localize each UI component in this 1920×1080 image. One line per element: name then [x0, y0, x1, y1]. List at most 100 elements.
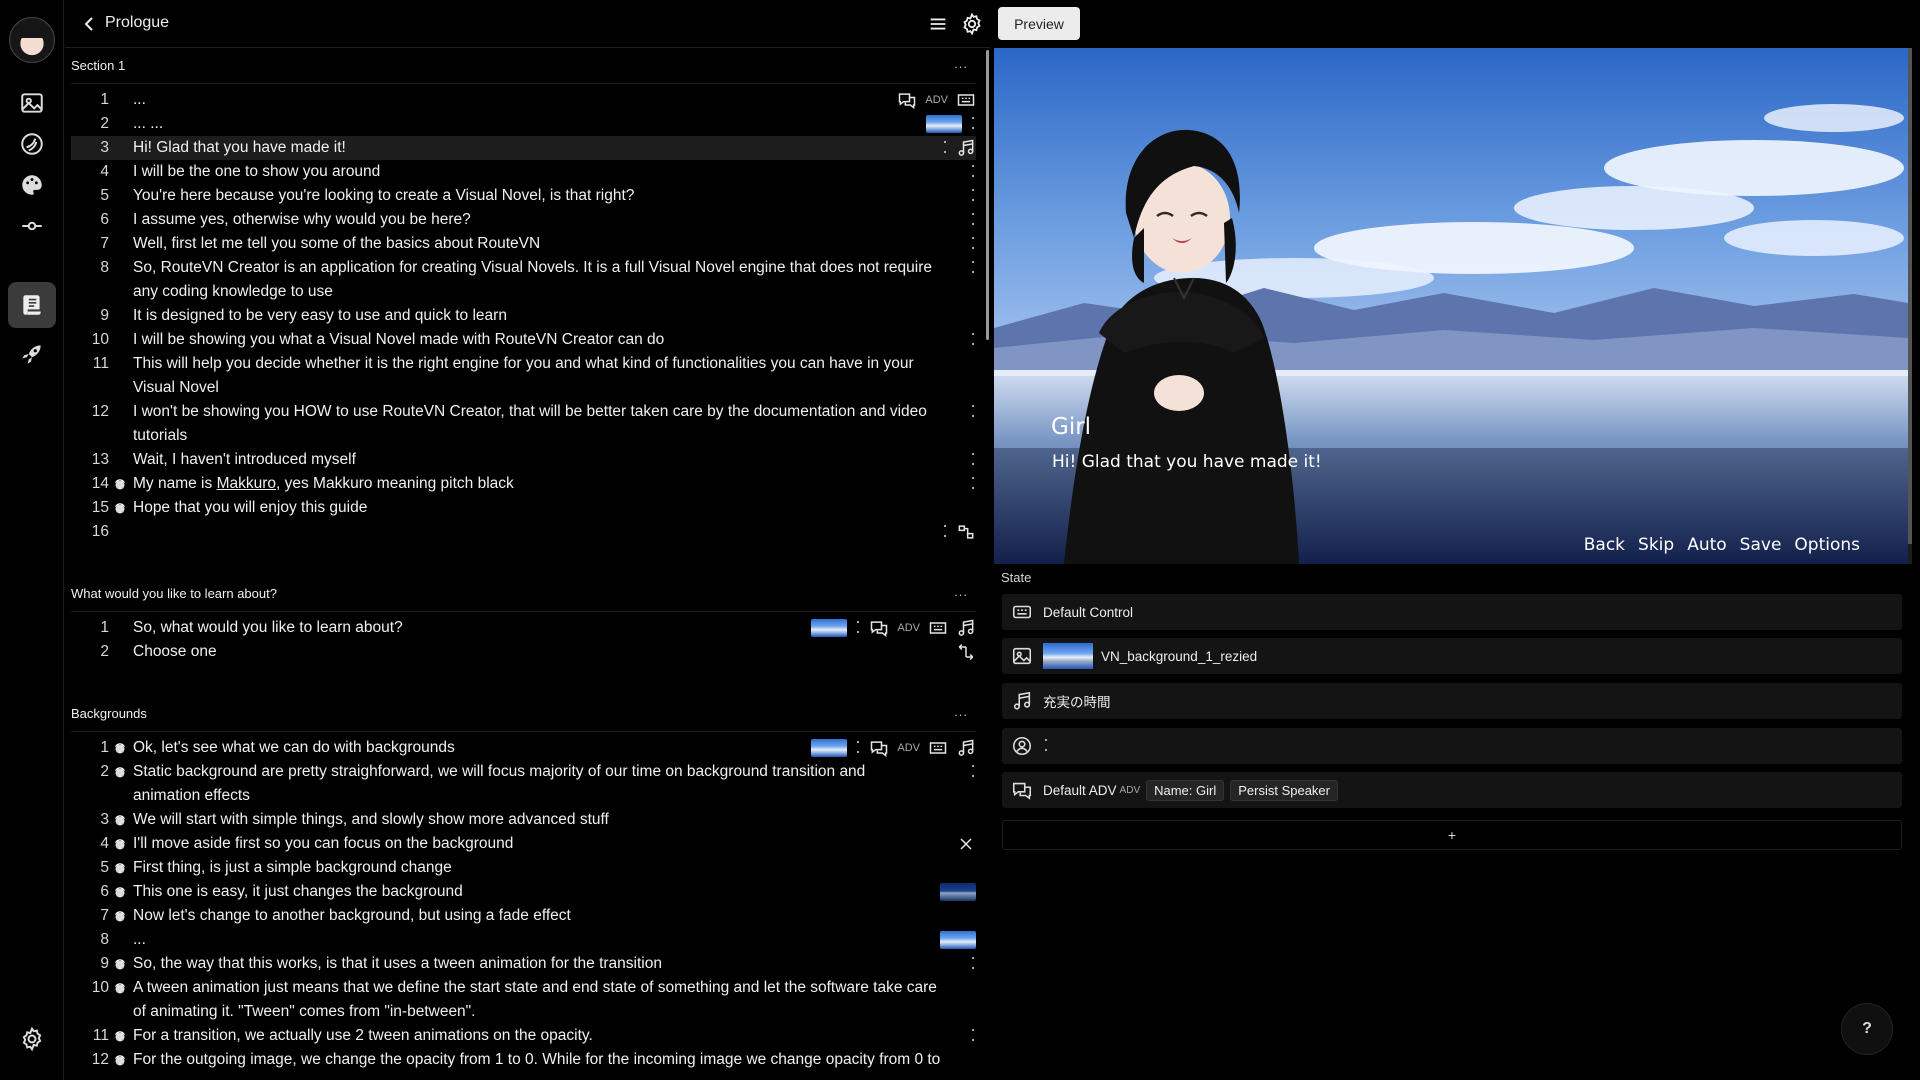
action-marker-icon[interactable]: [970, 213, 976, 227]
line-text[interactable]: We will start with simple things, and sl…: [133, 808, 609, 832]
dialogue-icon[interactable]: [897, 90, 917, 110]
script-line[interactable]: 4 I'll move aside first so you can focus …: [71, 832, 976, 856]
help-button[interactable]: ?: [1841, 1003, 1893, 1055]
line-text[interactable]: This one is easy, it just changes the ba…: [133, 880, 463, 904]
line-text[interactable]: You're here because you're looking to cr…: [133, 184, 634, 208]
script-line[interactable]: 15 Hope that you will enjoy this guide: [71, 496, 976, 520]
action-marker-icon[interactable]: [942, 525, 948, 539]
line-text[interactable]: Hope that you will enjoy this guide: [133, 496, 367, 520]
line-text[interactable]: Now let's change to another background, …: [133, 904, 571, 928]
line-text[interactable]: For a transition, we actually use 2 twee…: [133, 1024, 593, 1048]
menu-icon[interactable]: [927, 13, 949, 35]
script-line[interactable]: 5 You're here because you're looking to c…: [71, 184, 976, 208]
dialogue-icon[interactable]: [869, 618, 889, 638]
action-marker-icon[interactable]: [970, 765, 976, 779]
avatar[interactable]: [9, 17, 55, 63]
character-name-link[interactable]: Makkuro: [217, 475, 276, 492]
persist-speaker-chip[interactable]: Persist Speaker: [1230, 779, 1338, 801]
control-icon[interactable]: [956, 90, 976, 110]
line-text[interactable]: So, what would you like to learn about?: [133, 616, 403, 640]
choice-icon[interactable]: [956, 642, 976, 662]
script-line[interactable]: 2 ... ...: [71, 112, 976, 136]
preview-button[interactable]: Preview: [998, 7, 1080, 40]
nav-characters[interactable]: [8, 121, 56, 167]
skip-control[interactable]: Skip: [1638, 535, 1674, 555]
script-line[interactable]: 8 So, RouteVN Creator is an application f…: [71, 256, 976, 304]
line-text[interactable]: ... ...: [133, 112, 163, 136]
script-line[interactable]: 9 It is designed to be very easy to use a…: [71, 304, 976, 328]
action-marker-icon[interactable]: [855, 621, 861, 635]
script-line[interactable]: 6 I assume yes, otherwise why would you b…: [71, 208, 976, 232]
line-text[interactable]: ...: [133, 928, 146, 952]
background-thumbnail[interactable]: [811, 619, 848, 637]
nav-publish[interactable]: [8, 331, 56, 377]
preview-stage[interactable]: Girl Hi! Glad that you have made it! Bac…: [994, 48, 1908, 564]
script-line[interactable]: 1 Ok, let's see what we can do with backg…: [71, 736, 976, 760]
settings-button[interactable]: [8, 1016, 56, 1062]
script-line[interactable]: 10 A tween animation just means that we d…: [71, 976, 976, 1024]
section-more-button[interactable]: ...: [954, 56, 968, 71]
script-line[interactable]: 11 This will help you decide whether it i…: [71, 352, 976, 400]
control-icon[interactable]: [928, 618, 948, 638]
options-control[interactable]: Options: [1794, 535, 1860, 555]
save-control[interactable]: Save: [1740, 535, 1782, 555]
section-header[interactable]: Backgrounds...: [71, 696, 976, 732]
script-line[interactable]: 10 I will be showing you what a Visual No…: [71, 328, 976, 352]
section-header[interactable]: What would you like to learn about?...: [71, 576, 976, 612]
script-line[interactable]: 3 We will start with simple things, and s…: [71, 808, 976, 832]
name-chip[interactable]: Name: Girl: [1146, 779, 1225, 801]
line-text[interactable]: I will be the one to show you around: [133, 160, 380, 184]
line-text[interactable]: A tween animation just means that we def…: [133, 976, 937, 1024]
character-remove-icon[interactable]: [956, 834, 976, 854]
script-line[interactable]: 1 So, what would you like to learn about?…: [71, 616, 976, 640]
script-line[interactable]: 7 Now let's change to another background,…: [71, 904, 976, 928]
action-marker-icon[interactable]: [942, 141, 948, 155]
action-marker-icon[interactable]: [970, 453, 976, 467]
dialogue-icon[interactable]: [869, 738, 889, 758]
action-marker-icon[interactable]: [970, 261, 976, 275]
script-line[interactable]: 5 First thing, is just a simple backgroun…: [71, 856, 976, 880]
line-text[interactable]: ...: [133, 88, 146, 112]
action-marker-icon[interactable]: [970, 189, 976, 203]
script-line[interactable]: 4 I will be the one to show you around: [71, 160, 976, 184]
line-text[interactable]: I will be showing you what a Visual Nove…: [133, 328, 664, 352]
line-text[interactable]: Well, first let me tell you some of the …: [133, 232, 540, 256]
background-thumbnail[interactable]: [926, 115, 962, 133]
line-text[interactable]: So, RouteVN Creator is an application fo…: [133, 256, 932, 304]
script-line[interactable]: 14 My name is Makkuro, yes Makkuro meanin…: [71, 472, 976, 496]
script-line[interactable]: 11 For a transition, we actually use 2 tw…: [71, 1024, 976, 1048]
nav-images[interactable]: [8, 80, 56, 126]
section-header[interactable]: Section 1...: [71, 48, 976, 84]
line-text[interactable]: My name is Makkuro, yes Makkuro meaning …: [133, 472, 514, 496]
script-line[interactable]: 2 Choose one: [71, 640, 976, 664]
line-text[interactable]: So, the way that this works, is that it …: [133, 952, 662, 976]
music-icon[interactable]: [956, 138, 976, 158]
chevron-left-icon[interactable]: [77, 12, 101, 36]
line-text[interactable]: Static background are pretty straighforw…: [133, 760, 865, 808]
state-control-row[interactable]: Default Control: [1002, 594, 1902, 630]
back-control[interactable]: Back: [1584, 535, 1625, 555]
script-line[interactable]: 3 Hi! Glad that you have made it!: [71, 136, 976, 160]
script-line[interactable]: 8...: [71, 928, 976, 952]
script-line[interactable]: 9 So, the way that this works, is that it…: [71, 952, 976, 976]
line-text[interactable]: I won't be showing you HOW to use RouteV…: [133, 400, 927, 448]
music-icon[interactable]: [956, 738, 976, 758]
script-line[interactable]: 12 For the outgoing image, we change the …: [71, 1048, 976, 1072]
action-marker-icon[interactable]: [970, 333, 976, 347]
script-line[interactable]: 12 I won't be showing you HOW to use Rout…: [71, 400, 976, 448]
line-text[interactable]: Choose one: [133, 640, 217, 664]
script-line[interactable]: 6 This one is easy, it just changes the b…: [71, 880, 976, 904]
script-line[interactable]: 2 Static background are pretty straighfor…: [71, 760, 976, 808]
branch-icon[interactable]: [956, 522, 976, 542]
state-character-row[interactable]: [1002, 728, 1902, 764]
line-text[interactable]: I'll move aside first so you can focus o…: [133, 832, 513, 856]
action-marker-icon[interactable]: [970, 165, 976, 179]
nav-themes[interactable]: [8, 162, 56, 208]
music-icon[interactable]: [956, 618, 976, 638]
nav-transitions[interactable]: [8, 203, 56, 249]
background-thumbnail[interactable]: [940, 883, 976, 901]
gear-icon[interactable]: [960, 12, 984, 36]
action-marker-icon[interactable]: [970, 957, 976, 971]
line-text[interactable]: Hi! Glad that you have made it!: [133, 136, 346, 160]
control-icon[interactable]: [928, 738, 948, 758]
